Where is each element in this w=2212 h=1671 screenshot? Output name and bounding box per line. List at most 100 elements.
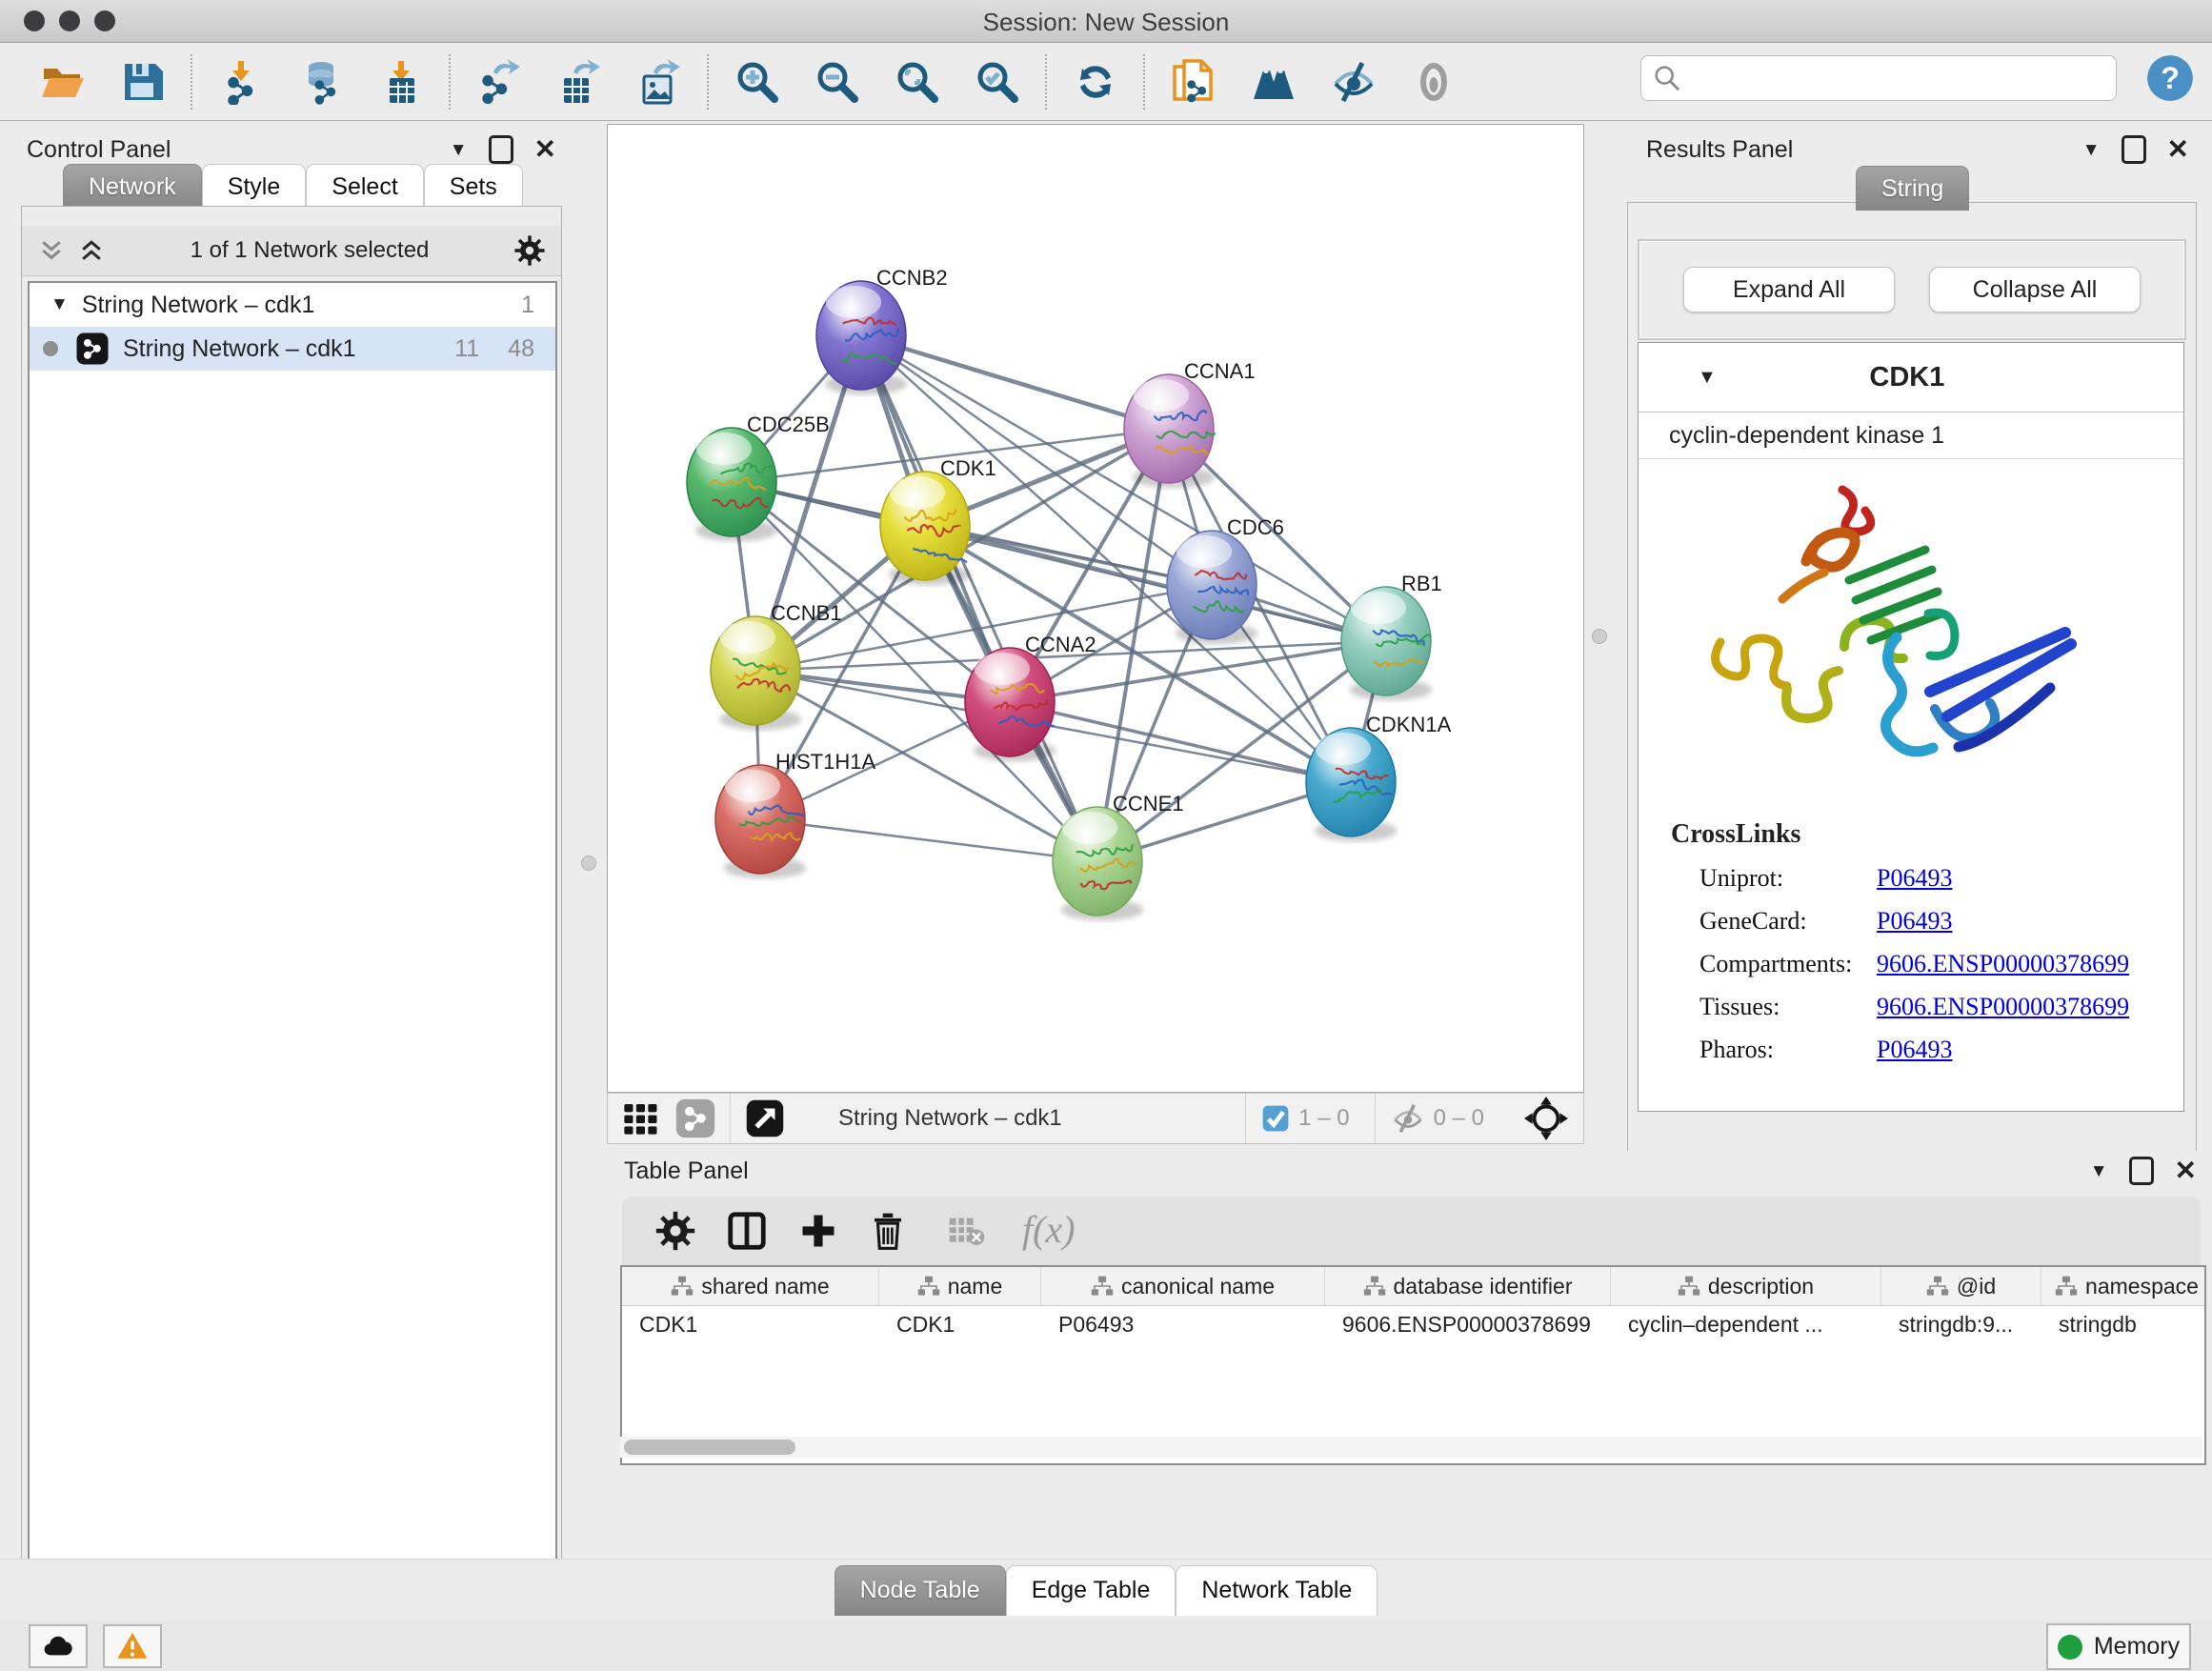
show-columns-icon[interactable]	[725, 1209, 769, 1253]
collapse-table-icon[interactable]: ▼	[2090, 1162, 2108, 1180]
string-results-body: Expand All Collapse All ▼ CDK1 cyclin-de…	[1627, 202, 2197, 1153]
collapse-panel-icon[interactable]: ▼	[450, 141, 468, 159]
tab-network-table[interactable]: Network Table	[1176, 1565, 1377, 1616]
import-network-file-icon[interactable]	[218, 59, 264, 105]
export-network-icon[interactable]	[476, 59, 522, 105]
delete-column-icon[interactable]	[868, 1209, 908, 1253]
export-table-icon[interactable]	[556, 59, 602, 105]
hidden-eye-icon[interactable]	[1390, 1102, 1426, 1135]
help-icon[interactable]: ?	[2145, 53, 2195, 103]
hide-selected-icon[interactable]	[1331, 59, 1377, 105]
zoom-out-icon[interactable]	[814, 59, 860, 105]
control-panel: Control Panel ▼ ✕ NetworkStyleSelectSets…	[10, 124, 570, 1583]
left-splitter-handle[interactable]	[581, 856, 596, 871]
memory-button[interactable]: Memory	[2046, 1623, 2191, 1670]
node-CDK1[interactable]: CDK1	[880, 456, 996, 585]
collapse-all-networks-icon[interactable]	[37, 236, 66, 265]
column-header-databaseidentifier[interactable]: database identifier	[1325, 1267, 1611, 1305]
network-view-icon[interactable]	[674, 1097, 716, 1139]
search-input[interactable]	[1683, 64, 2106, 92]
node-HIST1H1A[interactable]: HIST1H1A	[715, 750, 875, 878]
function-builder-icon[interactable]: f(x)	[1018, 1208, 1089, 1254]
delete-table-icon[interactable]	[944, 1212, 990, 1250]
table-row[interactable]: CDK1CDK1P064939606.ENSP00000378699cyclin…	[622, 1306, 2204, 1342]
column-header-namespace[interactable]: namespace	[2041, 1267, 2206, 1305]
close-results-icon[interactable]: ✕	[2167, 136, 2189, 163]
node-CCNA1[interactable]: CCNA1	[1124, 359, 1256, 488]
table-horizontal-scrollbar[interactable]	[620, 1437, 2202, 1458]
collapse-results-icon[interactable]: ▼	[2082, 141, 2101, 159]
checkbox-checked-icon[interactable]	[1260, 1103, 1291, 1134]
apply-layout-icon[interactable]	[1073, 59, 1118, 105]
network-row-selected[interactable]: String Network – cdk1 11 48	[30, 327, 555, 371]
network-collection-row[interactable]: ▼ String Network – cdk1 1	[30, 283, 555, 327]
search-box[interactable]	[1640, 55, 2117, 101]
collapse-all-button[interactable]: Collapse All	[1929, 267, 2141, 312]
import-network-database-icon[interactable]	[298, 59, 344, 105]
tab-string[interactable]: String	[1856, 166, 1969, 211]
warnings-button[interactable]	[103, 1624, 162, 1668]
import-table-icon[interactable]	[378, 59, 424, 105]
close-panel-icon[interactable]: ✕	[534, 136, 556, 163]
edge-HIST1H1A-CCNE1[interactable]	[760, 819, 1097, 861]
crosslink-link[interactable]: P06493	[1877, 864, 1952, 892]
column-header-id[interactable]: @id	[1881, 1267, 2041, 1305]
column-header-sharedname[interactable]: shared name	[622, 1267, 879, 1305]
network-canvas[interactable]: CCNB2CCNA1CDC25BCDK1CDC6RB1CCNB1CCNA2CDK…	[607, 124, 1584, 1093]
crosslink-link[interactable]: P06493	[1877, 1036, 1952, 1063]
search-icon	[1651, 62, 1683, 94]
save-session-icon[interactable]	[120, 59, 166, 105]
node-table[interactable]: shared namenamecanonical namedatabase id…	[620, 1265, 2206, 1465]
crosslink-link[interactable]: 9606.ENSP00000378699	[1877, 950, 2129, 977]
right-splitter-handle[interactable]	[1592, 629, 1607, 644]
expand-all-networks-icon[interactable]	[77, 236, 106, 265]
tab-style[interactable]: Style	[202, 164, 307, 209]
float-results-icon[interactable]	[2122, 135, 2146, 164]
cloud-status-button[interactable]	[29, 1624, 88, 1668]
add-column-icon[interactable]	[797, 1210, 839, 1252]
zoom-selected-icon[interactable]	[975, 59, 1020, 105]
open-session-icon[interactable]	[40, 59, 86, 105]
gene-description: cyclin-dependent kinase 1	[1639, 413, 2183, 459]
tab-node-table[interactable]: Node Table	[835, 1565, 1006, 1616]
node-label: CDKN1A	[1366, 713, 1452, 736]
tree-expander-icon[interactable]: ▼	[50, 294, 69, 315]
edge-CDK1-RB1[interactable]	[925, 526, 1386, 641]
column-header-name[interactable]: name	[879, 1267, 1041, 1305]
node-label: CDK1	[940, 456, 996, 480]
float-table-icon[interactable]	[2129, 1157, 2154, 1185]
warning-icon	[114, 1630, 151, 1662]
clone-network-icon[interactable]	[1171, 59, 1217, 105]
first-neighbors-icon[interactable]	[1251, 59, 1297, 105]
gene-expander-icon[interactable]: ▼	[1698, 367, 1717, 389]
grid-view-icon[interactable]	[621, 1099, 659, 1137]
show-all-icon[interactable]	[1411, 59, 1457, 105]
crosslink-link[interactable]: P06493	[1877, 907, 1952, 935]
tab-select[interactable]: Select	[306, 164, 423, 209]
float-panel-icon[interactable]	[489, 135, 513, 164]
zoom-in-icon[interactable]	[734, 59, 780, 105]
edge-CCNB2-CCNA1[interactable]	[861, 335, 1169, 429]
tab-edge-table[interactable]: Edge Table	[1006, 1565, 1176, 1616]
export-image-icon[interactable]	[636, 59, 682, 105]
node-CDKN1A[interactable]: CDKN1A	[1306, 713, 1452, 841]
tab-network[interactable]: Network	[63, 164, 202, 209]
crosslink-label: Tissues:	[1699, 993, 1877, 1021]
zoom-fit-icon[interactable]	[895, 59, 940, 105]
edge-CCNB2-CCNE1[interactable]	[861, 335, 1097, 861]
scrollbar-thumb[interactable]	[624, 1439, 795, 1455]
network-options-gear-icon[interactable]	[513, 234, 546, 267]
node-CDC25B[interactable]: CDC25B	[687, 413, 830, 541]
node-RB1[interactable]: RB1	[1341, 572, 1442, 700]
expand-all-button[interactable]: Expand All	[1683, 267, 1895, 312]
column-header-description[interactable]: description	[1611, 1267, 1881, 1305]
tab-sets[interactable]: Sets	[424, 164, 523, 209]
open-in-new-window-icon[interactable]	[745, 1098, 785, 1138]
crosslink-link[interactable]: 9606.ENSP00000378699	[1877, 993, 2129, 1020]
node-CDC6[interactable]: CDC6	[1167, 515, 1284, 644]
column-header-canonicalname[interactable]: canonical name	[1041, 1267, 1325, 1305]
birdseye-icon[interactable]	[1524, 1097, 1568, 1140]
edge-CCNA2-CDKN1A[interactable]	[1010, 702, 1351, 782]
close-table-icon[interactable]: ✕	[2175, 1158, 2197, 1184]
table-settings-icon[interactable]	[654, 1210, 696, 1252]
